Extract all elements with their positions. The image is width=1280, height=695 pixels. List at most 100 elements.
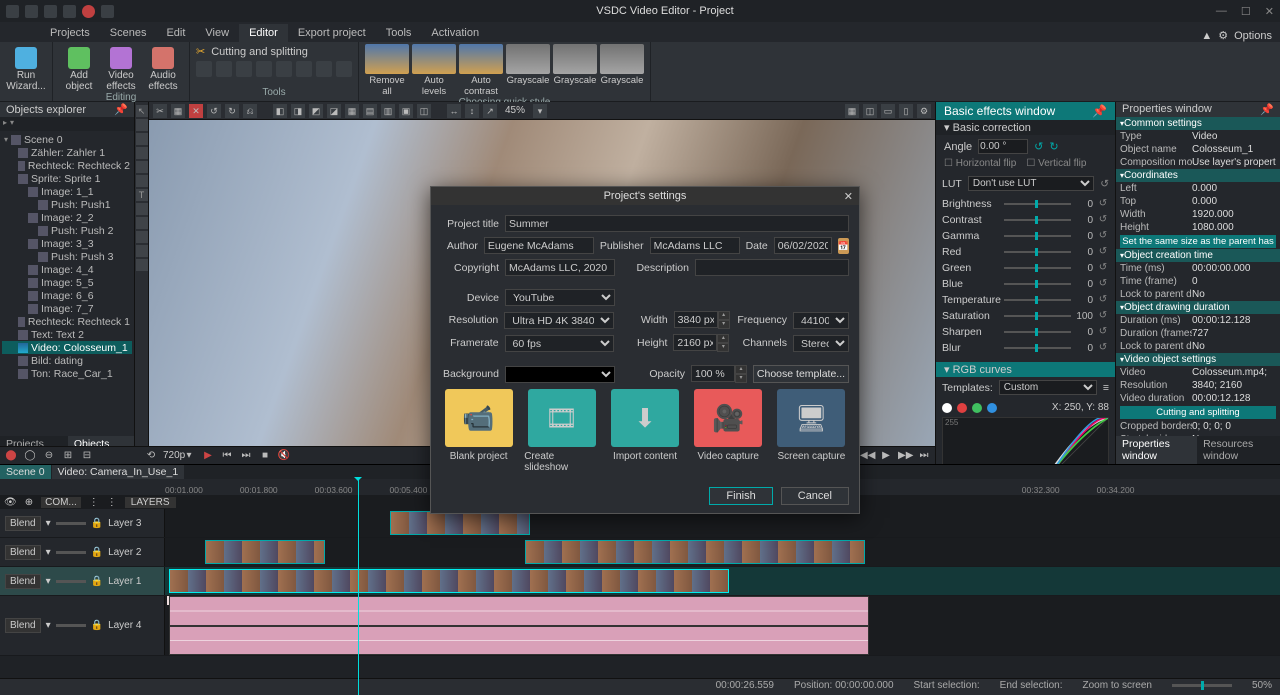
tool-icon[interactable] bbox=[136, 133, 148, 145]
tool-icon[interactable] bbox=[256, 61, 272, 77]
video-clip-selected[interactable] bbox=[169, 569, 729, 593]
tree-item[interactable]: Video: Colosseum_1 bbox=[2, 341, 132, 354]
tool-icon[interactable]: ▤ bbox=[363, 104, 377, 118]
fx-slider-contrast[interactable]: Contrast0↺ bbox=[942, 214, 1109, 226]
track-header[interactable]: Blend▾🔒Layer 3 bbox=[0, 509, 165, 537]
reset-icon[interactable]: ↺ bbox=[1100, 178, 1109, 190]
tool-icon[interactable]: ↺ bbox=[207, 104, 221, 118]
tree-item[interactable]: Push: Push 2 bbox=[2, 224, 132, 237]
tree-item[interactable]: Image: 6_6 bbox=[2, 289, 132, 302]
tool-icon[interactable]: ▾ bbox=[533, 104, 547, 118]
basic-correction-header[interactable]: ▾ Basic correction bbox=[936, 120, 1115, 135]
quickstyle-remove-all[interactable]: Remove all bbox=[365, 44, 409, 97]
icon[interactable]: ⊟ bbox=[80, 449, 94, 463]
menu-tab-editor[interactable]: Editor bbox=[239, 24, 288, 42]
tool-icon[interactable]: ⎌ bbox=[243, 104, 257, 118]
date-input[interactable] bbox=[774, 237, 832, 254]
audio-clip[interactable] bbox=[169, 626, 869, 656]
tool-icon[interactable]: ▭ bbox=[881, 104, 895, 118]
channels-select[interactable]: Stereo bbox=[793, 335, 849, 352]
tab-resources[interactable]: Resources window bbox=[1197, 436, 1280, 464]
template-create-slideshow[interactable]: 🎞Create slideshow bbox=[524, 389, 599, 473]
calendar-icon[interactable]: 📅 bbox=[838, 238, 849, 254]
prop-section-header[interactable]: Object drawing duration bbox=[1116, 301, 1280, 314]
prop-row[interactable]: VideoColosseum.mp4; bbox=[1116, 366, 1280, 379]
tree-item[interactable]: Push: Push 3 bbox=[2, 250, 132, 263]
audio-clip[interactable] bbox=[169, 596, 869, 626]
menu-tab-edit[interactable]: Edit bbox=[156, 24, 195, 42]
prop-row[interactable]: Video duration00:00:12.128 bbox=[1116, 392, 1280, 405]
track-toggle-icon[interactable]: 👁 bbox=[4, 497, 17, 508]
cancel-button[interactable]: Cancel bbox=[781, 487, 849, 505]
prop-action-button[interactable]: Set the same size as the parent has bbox=[1120, 235, 1276, 248]
tool-icon[interactable]: ▦ bbox=[345, 104, 359, 118]
description-input[interactable] bbox=[695, 259, 849, 276]
icon[interactable]: ⊖ bbox=[42, 449, 56, 463]
qat-save-icon[interactable] bbox=[63, 5, 76, 18]
expand-icon[interactable]: ▸ bbox=[3, 118, 7, 130]
tab-properties[interactable]: Properties window bbox=[1116, 436, 1197, 464]
stop-icon[interactable]: ■ bbox=[258, 449, 272, 463]
copyright-input[interactable] bbox=[505, 259, 615, 276]
curve-channel-white[interactable] bbox=[942, 403, 952, 413]
prop-row[interactable]: Lock to parent duNo bbox=[1116, 288, 1280, 301]
lut-select[interactable]: Don't use LUT bbox=[968, 176, 1094, 191]
tree-item[interactable]: Zähler: Zahler 1 bbox=[2, 146, 132, 159]
video-effects-button[interactable]: Video effects bbox=[101, 44, 141, 92]
tool-icon[interactable]: ↻ bbox=[225, 104, 239, 118]
fx-slider-blur[interactable]: Blur0↺ bbox=[942, 342, 1109, 354]
tool-icon[interactable] bbox=[136, 259, 148, 271]
background-select[interactable] bbox=[505, 366, 615, 383]
resolution-select[interactable]: Ultra HD 4K 3840x2160 pixels (16:9) bbox=[504, 312, 614, 329]
tool-icon[interactable] bbox=[316, 61, 332, 77]
tool-icon[interactable]: ▯ bbox=[899, 104, 913, 118]
fx-slider-red[interactable]: Red0↺ bbox=[942, 246, 1109, 258]
prop-action-button[interactable]: Cutting and splitting bbox=[1120, 406, 1276, 419]
tool-icon[interactable] bbox=[136, 203, 148, 215]
icon[interactable]: ◯ bbox=[23, 449, 37, 463]
tool-icon[interactable] bbox=[216, 61, 232, 77]
menu-tab-tools[interactable]: Tools bbox=[376, 24, 422, 42]
collapse-icon[interactable]: ▾ bbox=[10, 118, 14, 130]
tree-item[interactable]: Text: Text 2 bbox=[2, 328, 132, 341]
template-video-capture[interactable]: 🎥Video capture bbox=[691, 389, 766, 473]
audio-effects-button[interactable]: Audio effects bbox=[143, 44, 183, 92]
prop-section-header[interactable]: Common settings bbox=[1116, 117, 1280, 130]
tool-icon[interactable] bbox=[236, 61, 252, 77]
menu-tab-export-project[interactable]: Export project bbox=[288, 24, 376, 42]
frequency-select[interactable]: 44100 Hz bbox=[793, 312, 849, 329]
tool-icon[interactable]: ↔ bbox=[447, 104, 461, 118]
fx-slider-green[interactable]: Green0↺ bbox=[942, 262, 1109, 274]
prop-row[interactable]: Duration (frames)727 bbox=[1116, 327, 1280, 340]
template-screen-capture[interactable]: 🖥Screen capture bbox=[774, 389, 849, 473]
video-clip[interactable] bbox=[390, 511, 530, 535]
tool-icon[interactable]: ▦ bbox=[845, 104, 859, 118]
tool-icon[interactable]: ◨ bbox=[291, 104, 305, 118]
skip-end-icon[interactable]: ⏭ bbox=[917, 449, 931, 463]
tool-icon[interactable] bbox=[136, 119, 148, 131]
tool-icon[interactable]: ◧ bbox=[273, 104, 287, 118]
tool-icon[interactable] bbox=[136, 161, 148, 173]
prop-row[interactable]: Composition modeUse layer's properties bbox=[1116, 156, 1280, 169]
tree-item[interactable]: Image: 2_2 bbox=[2, 211, 132, 224]
prop-row[interactable]: Top0.000 bbox=[1116, 195, 1280, 208]
device-select[interactable]: YouTube bbox=[505, 289, 615, 306]
tool-icon[interactable] bbox=[196, 61, 212, 77]
minimize-icon[interactable]: — bbox=[1216, 5, 1227, 18]
fx-slider-blue[interactable]: Blue0↺ bbox=[942, 278, 1109, 290]
choose-template-button[interactable]: Choose template... bbox=[753, 365, 849, 383]
publisher-input[interactable] bbox=[650, 237, 740, 254]
quickstyle-grayscale[interactable]: Grayscale bbox=[506, 44, 550, 97]
tree-item[interactable]: Image: 4_4 bbox=[2, 263, 132, 276]
menu-tab-scenes[interactable]: Scenes bbox=[100, 24, 157, 42]
prop-section-header[interactable]: Object creation time bbox=[1116, 249, 1280, 262]
framerate-select[interactable]: 60 fps bbox=[505, 335, 614, 352]
track-icon[interactable]: ⋮ bbox=[89, 497, 99, 508]
track-header-selected[interactable]: Blend▾🔒Layer 1 bbox=[0, 567, 165, 595]
curve-channel-blue[interactable] bbox=[987, 403, 997, 413]
gear-icon[interactable]: ⚙ bbox=[1218, 29, 1228, 42]
tool-icon[interactable]: ▣ bbox=[399, 104, 413, 118]
tool-icon[interactable] bbox=[136, 217, 148, 229]
help-icon[interactable]: ▲ bbox=[1201, 30, 1212, 42]
angle-input[interactable] bbox=[978, 139, 1028, 154]
